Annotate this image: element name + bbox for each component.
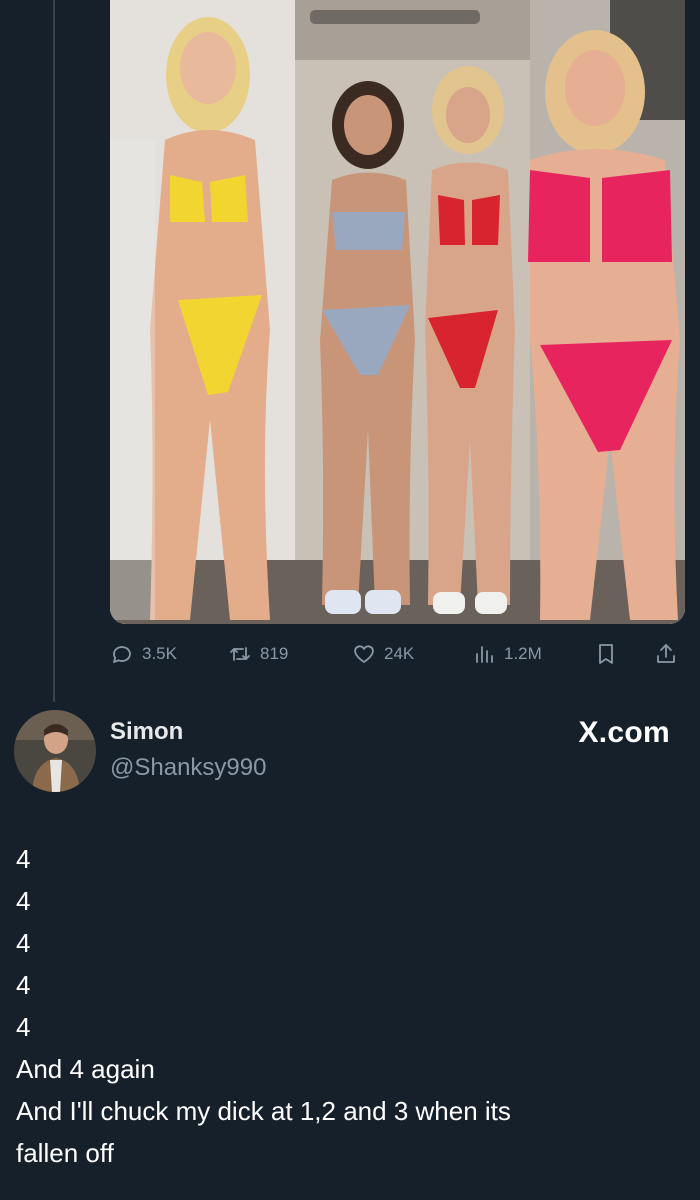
reply-icon <box>113 646 131 663</box>
post-text-line: 4 <box>16 928 31 958</box>
reply-count: 3.5K <box>142 644 177 663</box>
views-chart-icon <box>476 646 493 663</box>
repost-icon <box>230 647 250 661</box>
repost-count: 819 <box>260 644 289 663</box>
post-action-bar: 3.5K 819 24K 1.2M <box>110 636 685 672</box>
post-text-line: 4 <box>16 844 31 874</box>
views-button[interactable]: 1.2M <box>472 636 542 672</box>
reply-button[interactable]: 3.5K <box>110 636 177 672</box>
post-text-line: 4 <box>16 970 31 1000</box>
post-text-line: 4 <box>16 1012 31 1042</box>
author-handle[interactable]: @Shanksy990 <box>110 754 266 782</box>
post-text-line: 4 <box>16 886 31 916</box>
author-avatar[interactable] <box>14 710 96 792</box>
post-text: 4 4 4 4 4 And 4 again And I'll chuck my … <box>16 838 676 1174</box>
photo-illustration <box>110 0 685 624</box>
author-name[interactable]: Simon <box>110 718 183 746</box>
like-count: 24K <box>384 644 415 663</box>
bookmark-button[interactable] <box>594 636 618 672</box>
x-com-watermark: X.com <box>578 716 670 750</box>
share-icon <box>657 644 675 663</box>
repost-button[interactable]: 819 <box>228 636 288 672</box>
bookmark-icon <box>599 644 613 664</box>
share-button[interactable] <box>654 636 678 672</box>
post-text-line: fallen off <box>16 1138 114 1168</box>
like-button[interactable]: 24K <box>352 636 414 672</box>
site-tag-text: X.com <box>578 716 670 749</box>
avatar-photo <box>14 710 96 792</box>
views-count: 1.2M <box>504 644 542 663</box>
heart-icon <box>354 645 374 663</box>
post-media-photo[interactable] <box>110 0 685 624</box>
post-text-line: And I'll chuck my dick at 1,2 and 3 when… <box>16 1096 511 1126</box>
post-text-line: And 4 again <box>16 1054 155 1084</box>
thread-connector-line <box>53 0 55 702</box>
